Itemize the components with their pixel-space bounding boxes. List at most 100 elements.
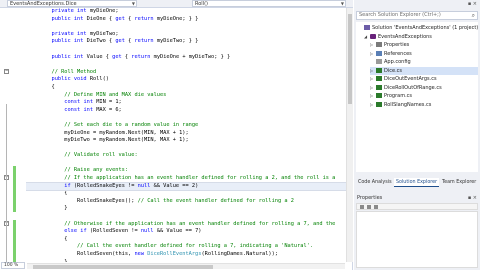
code-line[interactable]: // Otherwise if the application has an e…	[26, 221, 346, 229]
code-line[interactable]	[26, 213, 346, 221]
code-keyword: else	[64, 228, 78, 235]
code-text: myDieOne; } }	[153, 15, 199, 22]
code-keyword: const	[64, 99, 81, 106]
tree-item-label: App.config	[384, 59, 411, 65]
vertical-scrollbar[interactable]	[346, 8, 353, 262]
code-line[interactable]: public int Value { get { return myDieOne…	[26, 54, 346, 62]
zoom-value: 100 %	[4, 263, 19, 268]
code-text: }	[26, 205, 68, 212]
code-line[interactable]: public void Roll()	[26, 76, 346, 84]
solution-explorer-search-input[interactable]: Search Solution Explorer (Ctrl+;) ⌕	[356, 11, 478, 20]
code-keyword: void	[73, 76, 87, 83]
code-line[interactable]	[26, 46, 346, 54]
code-line[interactable]: {	[26, 190, 346, 198]
collapse-icon[interactable]: −	[4, 69, 9, 74]
code-comment: // Call the event handler defined for ro…	[77, 243, 314, 250]
tab-team-explorer[interactable]: Team Explorer	[440, 178, 478, 187]
code-keyword: new	[134, 251, 145, 257]
code-line[interactable]: RolledSeven(this, new DiceRollEventArgs(…	[26, 251, 346, 259]
code-line[interactable]	[26, 145, 346, 153]
code-line[interactable]: // Roll Method	[26, 69, 346, 77]
type-dropdown[interactable]: EventsAndExceptions.Dice ▼	[7, 0, 137, 7]
code-line[interactable]: private int myDieOne;	[26, 8, 346, 16]
tree-item[interactable]: ▷ RollSlangNames.cs	[370, 101, 478, 109]
categorized-icon[interactable]	[360, 205, 364, 209]
code-keyword: int	[77, 30, 87, 37]
code-line[interactable]: myDieTwo = myRandom.Next(MIN, MAX + 1);	[26, 137, 346, 145]
tree-item[interactable]: ▷ Properties	[370, 41, 478, 49]
code-line[interactable]: myDieOne = myRandom.Next(MIN, MAX + 1);	[26, 130, 346, 138]
tab-solution-explorer[interactable]: Solution Explorer	[394, 178, 440, 187]
code-text: RolledSeven(this,	[26, 251, 135, 257]
scrollbar-thumb[interactable]	[348, 14, 352, 104]
code-line[interactable]	[26, 23, 346, 31]
properties-title: Properties ▪ ×	[354, 194, 480, 202]
code-line[interactable]: private int myDieTwo;	[26, 31, 346, 39]
code-line[interactable]: {	[26, 236, 346, 244]
code-line[interactable]: // Set each die to a random value in ran…	[26, 122, 346, 130]
member-dropdown[interactable]: Roll() ▼	[192, 0, 346, 7]
alphabetical-icon[interactable]	[367, 205, 371, 209]
code-keyword: int	[83, 99, 94, 106]
code-line[interactable]: // Validate roll value:	[26, 152, 346, 160]
search-icon[interactable]: ⌕	[472, 12, 475, 19]
code-line[interactable]: if (RolledSnakeEyes != null && Value == …	[26, 181, 346, 192]
tree-item[interactable]: App.config	[370, 58, 478, 66]
tree-item[interactable]: Solution 'EventsAndExceptions' (1 projec…	[358, 24, 478, 32]
code-line[interactable]: }	[26, 205, 346, 213]
zoom-dropdown[interactable]: 100 %	[1, 262, 25, 269]
code-line[interactable]: RolledSnakeEyes(); // Call the event han…	[26, 198, 346, 206]
code-line[interactable]: // If the application has an event handl…	[26, 175, 346, 183]
config-file-icon	[376, 59, 382, 64]
scrollbar-thumb[interactable]	[33, 265, 213, 269]
code-line[interactable]: // Call the event handler defined for ro…	[26, 243, 346, 251]
references-icon	[376, 50, 382, 56]
code-line[interactable]	[26, 114, 346, 122]
tree-item[interactable]: ▷ DiceOutEventArgs.cs	[370, 75, 478, 83]
properties-grid[interactable]	[356, 211, 478, 268]
code-line[interactable]: const int MIN = 1;	[26, 99, 346, 107]
search-placeholder: Search Solution Explorer (Ctrl+;)	[359, 12, 441, 18]
tree-item[interactable]: ▷ Dice.cs	[370, 66, 478, 75]
code-line[interactable]	[26, 61, 346, 69]
code-line[interactable]: const int MAX = 6;	[26, 107, 346, 115]
code-text: {	[26, 235, 68, 242]
code-line[interactable]: // Define MIN and MAX die values	[26, 92, 346, 100]
tree-item-label: EventsAndExceptions	[378, 33, 432, 40]
code-line[interactable]: }	[26, 259, 346, 262]
tree-item[interactable]: ◢ EventsAndExceptions	[364, 33, 478, 41]
tree-item-label: DiceOutEventArgs.cs	[384, 76, 437, 82]
code-line[interactable]	[26, 160, 346, 168]
tree-item-label: Program.cs	[384, 93, 413, 99]
property-pages-icon[interactable]	[374, 205, 378, 209]
code-text-area[interactable]: private int myDieOne; public int DieOne …	[26, 8, 346, 262]
tab-code-analysis[interactable]: Code Analysis	[356, 178, 394, 187]
editor-margin: − − −	[0, 8, 24, 264]
code-text: (RollingDames.Natural));	[201, 251, 278, 257]
code-keyword: int	[73, 53, 84, 60]
code-editor[interactable]: EventsAndExceptions.Dice ▼ Roll() ▼ − − …	[0, 0, 353, 270]
tree-item[interactable]: ▷ Program.cs	[370, 92, 478, 100]
tree-item[interactable]: ▷ DiceRollOutOfRange.cs	[370, 84, 478, 92]
code-line[interactable]: else if (RolledSeven != null && Value ==…	[26, 228, 346, 236]
code-line[interactable]: public int DieOne { get { return myDieOn…	[26, 16, 346, 24]
code-line[interactable]: public int DieTwo { get { return myDieTw…	[26, 38, 346, 46]
code-text: Value {	[83, 53, 113, 60]
code-text: Roll()	[86, 76, 109, 83]
code-type: DiceRollEventArgs	[147, 251, 202, 257]
code-line[interactable]: {	[26, 84, 346, 92]
solution-tree[interactable]: Solution 'EventsAndExceptions' (1 projec…	[356, 22, 478, 172]
tool-window-tabs: Code Analysis Solution Explorer Team Exp…	[354, 178, 480, 187]
pin-icon[interactable]: ▪ ×	[468, 0, 477, 8]
horizontal-scrollbar[interactable]	[27, 263, 345, 269]
code-line[interactable]: // Raise any events:	[26, 167, 346, 175]
code-comment: // Set each die to a random value in ran…	[64, 121, 199, 128]
tree-item[interactable]: ▷ References	[370, 50, 478, 58]
outline-scope-line	[6, 104, 7, 264]
pin-icon[interactable]: ▪ ×	[468, 194, 477, 202]
code-keyword: return	[131, 53, 151, 60]
cs-file-icon	[376, 84, 382, 90]
